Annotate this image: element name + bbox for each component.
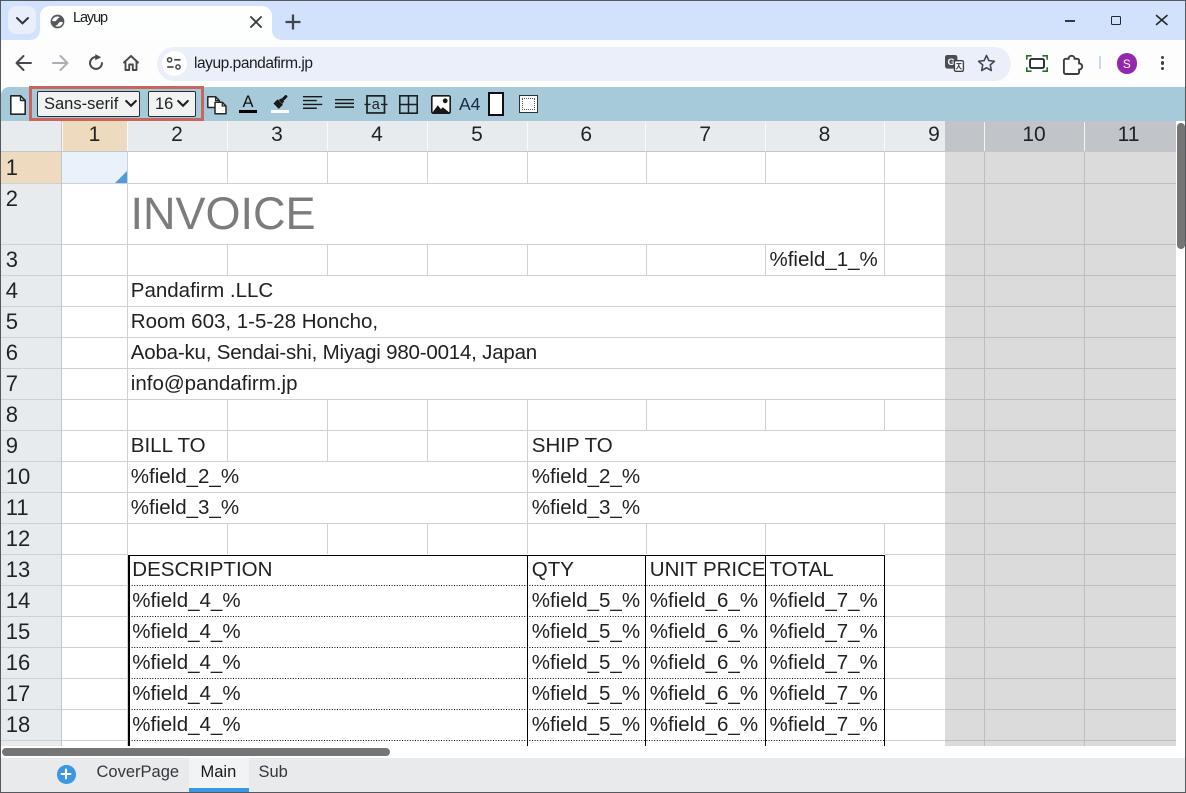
svg-text:a: a [372, 97, 381, 113]
